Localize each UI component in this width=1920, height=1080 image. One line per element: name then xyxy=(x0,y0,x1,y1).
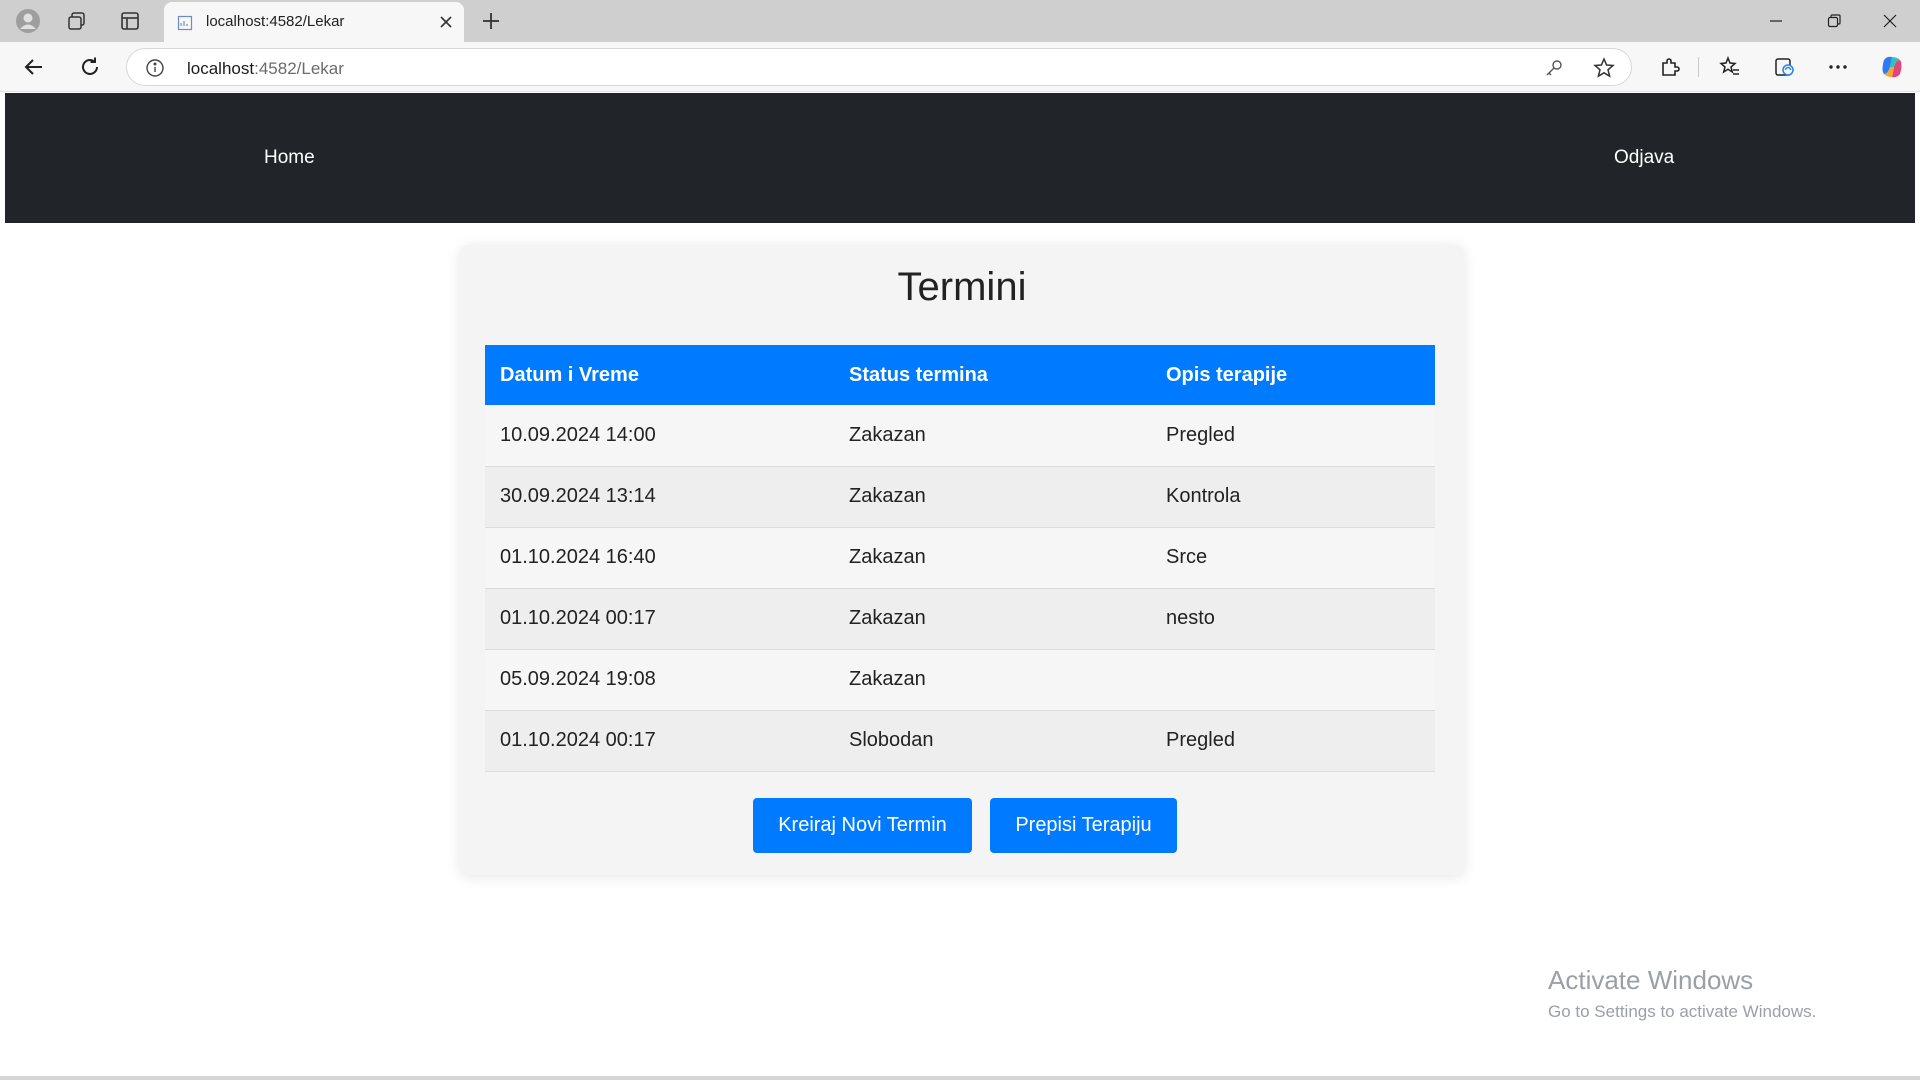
cell-datetime: 01.10.2024 00:17 xyxy=(485,588,834,650)
table-row: 01.10.2024 16:40 Zakazan Srce xyxy=(485,527,1435,589)
extensions-icon[interactable] xyxy=(1652,50,1688,84)
cell-datetime: 10.09.2024 14:00 xyxy=(485,405,834,467)
collections-icon[interactable] xyxy=(1766,50,1802,84)
cell-status: Zakazan xyxy=(834,405,1151,467)
workspaces-icon[interactable] xyxy=(60,6,94,36)
info-icon[interactable] xyxy=(145,58,165,78)
cell-therapy xyxy=(1151,649,1435,711)
cell-therapy: Pregled xyxy=(1151,405,1435,467)
column-header-status: Status termina xyxy=(834,345,1151,405)
cell-status: Zakazan xyxy=(834,588,1151,650)
page-favicon xyxy=(176,14,194,32)
restore-icon[interactable] xyxy=(1806,0,1862,42)
cell-datetime: 01.10.2024 00:17 xyxy=(485,710,834,772)
column-header-therapy: Opis terapije xyxy=(1151,345,1435,405)
appointments-card: Termini Datum i Vreme Status termina Opi… xyxy=(460,245,1464,875)
address-input[interactable]: localhost:4582/Lekar xyxy=(126,48,1632,86)
cell-status: Zakazan xyxy=(834,527,1151,589)
key-icon[interactable] xyxy=(1543,57,1565,79)
cell-status: Zakazan xyxy=(834,649,1151,711)
favorites-icon[interactable] xyxy=(1712,50,1748,84)
cell-therapy: Pregled xyxy=(1151,710,1435,772)
cell-status: Slobodan xyxy=(834,710,1151,772)
plus-icon[interactable] xyxy=(474,6,508,36)
top-navbar: Home Odjava xyxy=(5,93,1915,223)
cell-datetime: 30.09.2024 13:14 xyxy=(485,466,834,528)
star-icon[interactable] xyxy=(1593,57,1615,79)
page-title: Termini xyxy=(897,265,1027,309)
cell-datetime: 05.09.2024 19:08 xyxy=(485,649,834,711)
cell-datetime: 01.10.2024 16:40 xyxy=(485,527,834,589)
close-icon[interactable] xyxy=(434,10,458,34)
more-icon[interactable] xyxy=(1820,50,1856,84)
browser-address-bar: localhost:4582/Lekar xyxy=(0,42,1920,92)
prescribe-therapy-button[interactable]: Prepisi Terapiju xyxy=(990,798,1177,853)
nav-home-link[interactable]: Home xyxy=(264,147,315,169)
table-row: 30.09.2024 13:14 Zakazan Kontrola xyxy=(485,466,1435,528)
minimize-icon[interactable] xyxy=(1748,0,1804,42)
table-row: 01.10.2024 00:17 Zakazan nesto xyxy=(485,588,1435,650)
browser-tab-bar: localhost:4582/Lekar xyxy=(0,0,1920,42)
column-header-datetime: Datum i Vreme xyxy=(485,345,834,405)
profile-icon[interactable] xyxy=(11,6,45,36)
tab-actions-icon[interactable] xyxy=(113,6,147,36)
url-path: :4582/Lekar xyxy=(254,59,344,78)
toolbar-divider xyxy=(1698,57,1699,77)
cell-therapy: Srce xyxy=(1151,527,1435,589)
table-header-row: Datum i Vreme Status termina Opis terapi… xyxy=(485,345,1435,405)
table-row: 05.09.2024 19:08 Zakazan xyxy=(485,649,1435,711)
cell-therapy: nesto xyxy=(1151,588,1435,650)
watermark-subtitle: Go to Settings to activate Windows. xyxy=(1548,1002,1817,1021)
copilot-icon[interactable] xyxy=(1874,50,1910,84)
table-row: 01.10.2024 00:17 Slobodan Pregled xyxy=(485,710,1435,772)
table-row: 10.09.2024 14:00 Zakazan Pregled xyxy=(485,405,1435,467)
watermark-title: Activate Windows xyxy=(1548,965,1754,995)
active-tab[interactable]: localhost:4582/Lekar xyxy=(164,2,464,42)
refresh-icon[interactable] xyxy=(72,50,108,84)
url-text: localhost:4582/Lekar xyxy=(187,59,344,79)
windows-activation-watermark: Activate Windows Go to Settings to activ… xyxy=(1548,965,1816,1022)
appointments-table: Datum i Vreme Status termina Opis terapi… xyxy=(485,345,1435,772)
cell-therapy: Kontrola xyxy=(1151,466,1435,528)
nav-logout-link[interactable]: Odjava xyxy=(1614,147,1674,169)
url-host: localhost xyxy=(187,59,255,78)
back-icon[interactable] xyxy=(16,50,52,84)
tab-title: localhost:4582/Lekar xyxy=(206,13,345,30)
cell-status: Zakazan xyxy=(834,466,1151,528)
page-viewport: Home Odjava Termini Datum i Vreme Status… xyxy=(5,93,1915,1076)
action-buttons: Kreiraj Novi Termin Prepisi Terapiju xyxy=(460,798,1464,854)
window-bottom-border xyxy=(0,1076,1920,1080)
window-close-icon[interactable] xyxy=(1862,0,1918,42)
create-appointment-button[interactable]: Kreiraj Novi Termin xyxy=(753,798,972,853)
